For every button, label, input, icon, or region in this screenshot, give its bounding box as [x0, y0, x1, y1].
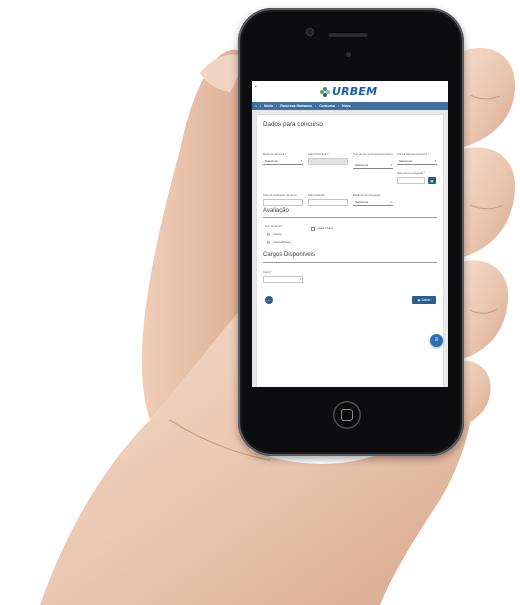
data-realizacao-field[interactable]	[263, 199, 303, 206]
edital-abertura-label: Edital de abertura *	[263, 153, 287, 156]
menu-icon: ≡	[434, 337, 439, 343]
data-publicacao-field	[308, 158, 348, 165]
calendar-button[interactable]: ▦	[428, 177, 436, 184]
breadcrumb-item-novo: Novo	[342, 104, 351, 108]
arrow-left-icon: ←	[266, 297, 272, 303]
tipo-prova-label: Tipo de Prova *	[265, 225, 284, 228]
avalia-titulos-checkbox[interactable]	[311, 227, 315, 231]
chevron-down-icon: ▾	[390, 163, 392, 167]
status-dot-icon: •	[255, 84, 257, 90]
data-homologacao-label: Data da homologação *	[397, 172, 426, 175]
speaker-grille	[328, 32, 368, 37]
tipo-norma-select[interactable]: Selecione ▾	[353, 162, 393, 169]
app-logo[interactable]: URBEM	[320, 84, 377, 99]
edital-abertura-select[interactable]: Selecione ▾	[263, 158, 303, 165]
chevron-down-icon: ▾	[299, 277, 301, 281]
save-button[interactable]: ▣ Salvar	[412, 296, 436, 304]
chevron-down-icon: ▾	[300, 159, 302, 163]
cargo-label: Cargo *	[263, 271, 273, 274]
divider	[263, 217, 437, 218]
page-title: Dados para concurso	[263, 121, 323, 128]
breadcrumb-item-concurso[interactable]: Concurso	[319, 104, 335, 108]
data-homologacao-field[interactable]	[397, 177, 425, 184]
edital-homologacao-label: Edital de homologação	[353, 194, 381, 197]
radio-teorica-label: Teórica	[273, 233, 282, 236]
home-square-icon	[341, 409, 353, 421]
back-button[interactable]: ←	[265, 296, 273, 304]
floating-menu-button[interactable]: ≡	[430, 334, 443, 347]
chevron-down-icon: ▾	[434, 159, 436, 163]
avalia-titulos-label: Avalia Títulos	[317, 227, 334, 230]
chevron-down-icon: ▾	[390, 200, 392, 204]
cargo-field[interactable]: ▾	[263, 276, 303, 283]
data-validade-field[interactable]	[308, 199, 348, 206]
urbem-leaf-icon	[320, 86, 330, 97]
breadcrumb-item-inicio[interactable]: Início	[264, 104, 273, 108]
phone-screen: • URBEM ⌂ › Início › Recursos Humanos › …	[252, 81, 448, 387]
camera-icon	[306, 28, 314, 36]
radio-teorica[interactable]	[267, 233, 270, 236]
radio-teorica-pratica-label: Teórica/Prática	[273, 241, 291, 244]
logo-text: URBEM	[332, 85, 378, 98]
section-title-cargos: Cargos Disponíveis	[263, 252, 316, 258]
breadcrumb-item-recursos-humanos[interactable]: Recursos Humanos	[280, 104, 312, 108]
phone-device: • URBEM ⌂ › Início › Recursos Humanos › …	[238, 8, 464, 456]
edital-homologacao-select[interactable]: Selecione ▾	[353, 199, 393, 206]
data-validade-label: Data Validade	[308, 194, 325, 197]
home-icon[interactable]: ⌂	[255, 104, 257, 108]
app-header: • URBEM	[252, 81, 448, 102]
front-camera-icon	[346, 52, 351, 57]
norma-regulamentadora-select[interactable]: Selecione ▾	[397, 158, 437, 165]
data-publicacao-label: Data Publicação *	[308, 153, 330, 156]
calendar-icon: ▦	[430, 178, 434, 183]
breadcrumb: ⌂ › Início › Recursos Humanos › Concurso…	[252, 102, 448, 110]
norma-regulamentadora-label: Norma Regulamentadora *	[397, 153, 429, 156]
home-button[interactable]	[333, 401, 361, 429]
floppy-icon: ▣	[417, 298, 421, 302]
divider	[263, 262, 437, 263]
data-realizacao-label: Data de realização da prova	[263, 194, 297, 197]
radio-teorica-pratica[interactable]	[267, 241, 270, 244]
tipo-norma-label: Tipo de Norma Regulamentadora *	[353, 153, 393, 159]
section-title-avaliacao: Avaliação	[263, 208, 289, 214]
form-card: Dados para concurso Edital de abertura *…	[257, 115, 443, 387]
